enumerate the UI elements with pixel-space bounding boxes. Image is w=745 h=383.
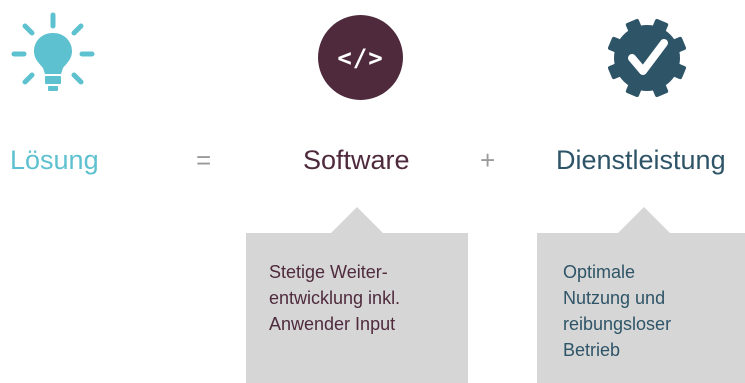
bulb-tip xyxy=(48,86,58,91)
loesung-label: Lösung xyxy=(10,145,99,175)
code-symbol: </> xyxy=(337,43,384,72)
software-label: Software xyxy=(303,145,410,175)
dienstleistung-callout-pointer xyxy=(618,207,670,233)
software-callout-pointer xyxy=(331,207,383,233)
lightbulb-icon xyxy=(11,12,95,91)
bulb-glass xyxy=(34,33,72,74)
dienstleistung-callout-text: Optimale Nutzung und reibungsloser Betri… xyxy=(563,262,672,360)
equals-operator: = xyxy=(196,145,212,175)
gear-body xyxy=(614,25,680,91)
dienstleistung-label: Dienstleistung xyxy=(556,145,726,175)
gear-checkmark-icon xyxy=(607,18,687,98)
code-icon: </> xyxy=(318,15,403,100)
bulb-base xyxy=(45,76,61,84)
software-callout-text: Stetige Weiter- entwicklung inkl. Anwend… xyxy=(269,262,401,334)
plus-operator: + xyxy=(480,145,496,175)
